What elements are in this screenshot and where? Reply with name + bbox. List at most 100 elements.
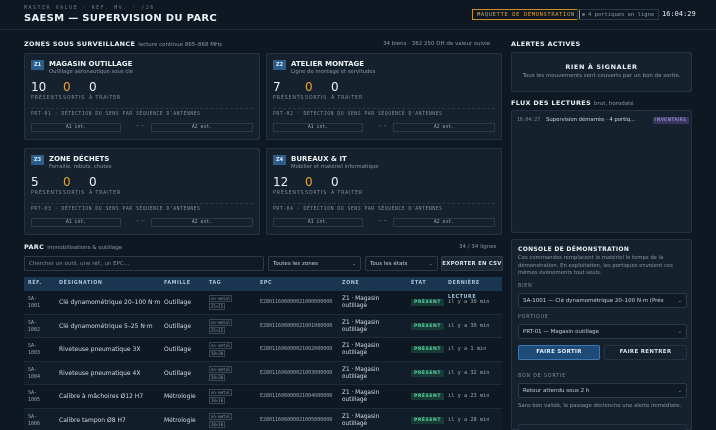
flux-panel: 16:04:27 Supervision démarrée · 4 portiq… [511, 110, 692, 233]
alerts-empty-title: RIEN À SIGNALER [565, 63, 638, 71]
header-kicker: MASTER VALUE · REF. MV. · /26 [24, 5, 155, 11]
divider [31, 108, 253, 109]
console-action-button[interactable] [518, 424, 687, 430]
cell-tag-size: 25×15 [209, 303, 226, 310]
antenna-inner: A1 int. [273, 123, 363, 132]
bon-select-value: Retour attendu sous 2 h [523, 388, 590, 394]
col-designation[interactable]: DÉSIGNATION [59, 277, 103, 291]
stat-present-value: 7 [273, 80, 281, 94]
stat-todo-label: À TRAITER [89, 191, 122, 196]
cell-zone-line1: Z1 · Magasin [342, 390, 380, 396]
clock: 16:04:29 [662, 10, 696, 18]
state-filter-value: Tous les états [370, 261, 408, 267]
cell-zone-line1: Z1 · Magasin [342, 319, 380, 326]
portal-label: PORTIQUE [518, 315, 549, 320]
stat-todo-label: À TRAITER [89, 96, 122, 101]
flux-entry-time: 16:04:27 [517, 118, 541, 123]
table-row[interactable]: SA- 1002 Clé dynamométrique 5–25 N·m Outi… [24, 314, 502, 338]
stat-present: 7 PRÉSENTS [273, 80, 304, 102]
cell-ref: SA- 1006 [28, 414, 40, 428]
divider [273, 203, 495, 204]
antenna-direction: → ← [378, 219, 387, 224]
divider [273, 108, 495, 109]
col-ref[interactable]: RÉF. [28, 277, 42, 291]
flux-subtitle: brut, horodaté [593, 101, 634, 107]
cell-family: Métrologie [164, 393, 196, 400]
cell-zone: Z1 · Magasin outillage [342, 296, 379, 310]
stat-todo-value: 0 [331, 80, 339, 94]
col-family[interactable]: FAMILLE [164, 277, 191, 291]
table-row[interactable]: SA- 1006 Calibre tampon Ø8 H7 Métrologie … [24, 408, 502, 430]
stat-out: 0 SORTIS [305, 81, 327, 102]
stat-out-label: SORTIS [63, 191, 85, 196]
col-zone[interactable]: ZONE [342, 277, 359, 291]
portal-select-value: PRT-01 — Magasin outillage [523, 329, 600, 335]
table-row[interactable]: SA- 1001 Clé dynamométrique 20–100 N·m Ou… [24, 291, 502, 315]
bon-select[interactable]: Retour attendu sous 2 h ⌄ [518, 383, 687, 398]
cell-last-read: il y a 23 min [448, 393, 490, 399]
col-last-read[interactable]: DERNIÈRE LECTURE [448, 277, 502, 300]
table-row[interactable]: SA- 1005 Calibre à mâchoires Ø12 H7 Métro… [24, 385, 502, 409]
stat-present-value: 10 [31, 80, 47, 94]
zone-description: Mobilier et matériel informatique [291, 164, 379, 170]
status-badge: PRÉSENT [411, 416, 444, 424]
col-epc[interactable]: EPC [260, 277, 272, 291]
cell-tag-type: on-metal [209, 412, 233, 420]
cell-designation: Clé dynamométrique 5–25 N·m [59, 322, 153, 330]
portal-description: PRT-01 · DÉTECTION DU SENS PAR SÉQUENCE … [31, 112, 201, 117]
stat-present-value: 5 [31, 175, 39, 189]
flux-entry-text: Supervision démarrée · 4 portiq… [546, 117, 636, 123]
alerts-title: ALERTES ACTIVES [511, 40, 581, 48]
export-csv-button[interactable]: EXPORTER EN CSV [441, 256, 503, 271]
zone-filter-select[interactable]: Toutes les zones ⌄ [268, 256, 361, 271]
cell-ref-number: 1006 [28, 420, 41, 427]
cell-ref: SA- 1003 [28, 343, 40, 357]
make-exit-button[interactable]: FAIRE SORTIR [518, 345, 600, 360]
zone-card[interactable]: Z1 MAGASIN OUTILLAGE Outillage aéronauti… [24, 53, 260, 140]
col-tag[interactable]: TAG [209, 277, 221, 291]
stat-out: 0 SORTIS [63, 81, 85, 102]
cell-ref-prefix: SA- [28, 413, 38, 420]
state-filter-select[interactable]: Tous les états ⌄ [365, 256, 438, 271]
stat-todo-label: À TRAITER [331, 191, 364, 196]
chevron-down-icon: ⌄ [351, 261, 356, 267]
cell-ref-prefix: SA- [28, 390, 38, 396]
demo-badge: MAQUETTE DE DÉMONSTRATION [472, 9, 580, 20]
zone-card[interactable]: Z3 ZONE DÉCHETS Ferraille, rebuts, chute… [24, 148, 260, 235]
zone-name: ZONE DÉCHETS [49, 155, 110, 163]
zone-card[interactable]: Z4 BUREAUX & IT Mobilier et matériel inf… [266, 148, 502, 235]
chevron-down-icon: ⌄ [677, 329, 682, 335]
zones-title: ZONES SOUS SURVEILLANCE [24, 40, 136, 48]
stat-out-label: SORTIS [63, 96, 85, 101]
zones-section-title: ZONES SOUS SURVEILLANCE lecture continue … [24, 40, 222, 48]
antenna-outer: A2 ext. [151, 123, 253, 132]
status-badge: PRÉSENT [411, 393, 444, 400]
zones-summary: 34 biens · 382 250 DH de valeur suivie [383, 41, 491, 47]
cell-last-read: il y a 28 min [448, 416, 490, 423]
cell-ref-number: 1005 [28, 397, 41, 403]
make-enter-button[interactable]: FAIRE RENTRER [604, 345, 687, 360]
zone-code-badge: Z4 [273, 155, 286, 165]
cell-ref-prefix: SA- [28, 366, 38, 373]
console-title: CONSOLE DE DÉMONSTRATION [518, 246, 630, 253]
search-input[interactable]: Chercher un outil, une réf., un EPC… [24, 256, 264, 271]
bien-label: BIEN [518, 284, 533, 289]
portal-select[interactable]: PRT-01 — Magasin outillage ⌄ [518, 324, 687, 339]
antenna-outer: A2 ext. [393, 123, 495, 132]
cell-epc: E28011606000021002000000 [260, 346, 333, 352]
table-row[interactable]: SA- 1004 Riveteuse pneumatique 4X Outilla… [24, 361, 502, 385]
flux-section-title: FLUX DES LECTURES brut, horodaté [511, 99, 634, 107]
col-state[interactable]: ÉTAT [411, 277, 426, 291]
bien-select-value: SA-1001 — Clé dynamométrique 20–100 N·m … [523, 298, 664, 304]
cell-zone-line2: outillage [342, 397, 368, 403]
cell-zone: Z1 · Magasin outillage [342, 320, 379, 334]
alerts-panel: RIEN À SIGNALER Tous les mouvements sont… [511, 52, 692, 92]
bien-select[interactable]: SA-1001 — Clé dynamométrique 20–100 N·m … [518, 293, 687, 308]
cell-last-read: il y a 30 min [448, 299, 490, 305]
cell-zone-line2: outillage [342, 420, 368, 427]
table-header: RÉF. DÉSIGNATION FAMILLE TAG EPC ZONE ÉT… [24, 277, 502, 300]
cell-designation: Riveteuse pneumatique 3X [59, 346, 141, 353]
cell-ref-number: 1002 [28, 326, 41, 333]
zone-card[interactable]: Z2 ATELIER MONTAGE Ligne de montage et s… [266, 53, 502, 140]
table-row[interactable]: SA- 1003 Riveteuse pneumatique 3X Outilla… [24, 338, 502, 362]
